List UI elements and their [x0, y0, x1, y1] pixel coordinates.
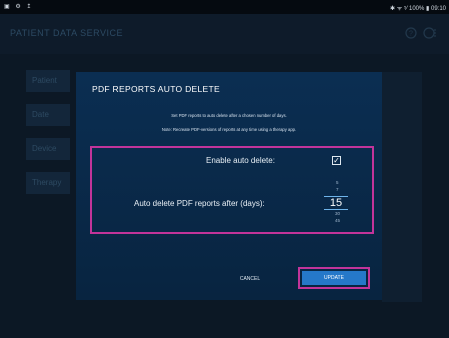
sidebar-item-label: Therapy: [32, 178, 62, 187]
cancel-button[interactable]: CANCEL: [228, 272, 272, 286]
more-icon[interactable]: [423, 27, 437, 42]
days-option[interactable]: 7: [336, 187, 339, 192]
app-bar: PATIENT DATA SERVICE ?: [0, 14, 449, 54]
days-picker-selected[interactable]: 15: [324, 196, 348, 210]
right-panel: [382, 72, 422, 302]
sidebar-item-patient[interactable]: Patient: [26, 70, 70, 92]
days-option[interactable]: 5: [336, 180, 339, 185]
days-label: Auto delete PDF reports after (days):: [134, 199, 265, 208]
sidebar-item-date[interactable]: Date: [26, 104, 70, 126]
auto-delete-dialog: PDF REPORTS AUTO DELETE Set PDF reports …: [76, 72, 382, 300]
days-option[interactable]: 30: [335, 211, 340, 216]
enable-auto-delete-label: Enable auto delete:: [206, 156, 275, 165]
check-icon: ✓: [333, 156, 340, 165]
app-title: PATIENT DATA SERVICE: [10, 28, 124, 38]
dialog-description: Set PDF reports to auto delete after a c…: [171, 113, 287, 118]
sidebar-item-label: Device: [32, 144, 57, 153]
sidebar-item-label: Date: [32, 110, 49, 119]
status-left-icons: ▣ ⚙ ↥: [4, 4, 34, 10]
svg-text:?: ?: [409, 31, 413, 38]
dialog-title: PDF REPORTS AUTO DELETE: [92, 84, 220, 94]
days-option[interactable]: 45: [335, 218, 340, 223]
status-bar: ▣ ⚙ ↥ ✱ ᯤ ⁵⁄ 100% ▮ 09:10: [0, 0, 449, 14]
sidebar-item-label: Patient: [32, 76, 57, 85]
update-button-highlight[interactable]: UPDATE: [298, 267, 370, 289]
enable-auto-delete-checkbox[interactable]: ✓: [332, 156, 341, 165]
status-right-info: ✱ ᯤ ⁵⁄ 100% ▮ 09:10: [390, 6, 446, 12]
help-circle-icon[interactable]: ?: [405, 27, 417, 42]
dialog-note: Note: Recreate PDF-versions of reports a…: [161, 127, 297, 132]
sidebar-item-therapy[interactable]: Therapy: [26, 172, 70, 194]
update-button[interactable]: UPDATE: [302, 271, 366, 285]
settings-box: Enable auto delete: ✓ Auto delete PDF re…: [90, 146, 374, 234]
sidebar-item-device[interactable]: Device: [26, 138, 70, 160]
